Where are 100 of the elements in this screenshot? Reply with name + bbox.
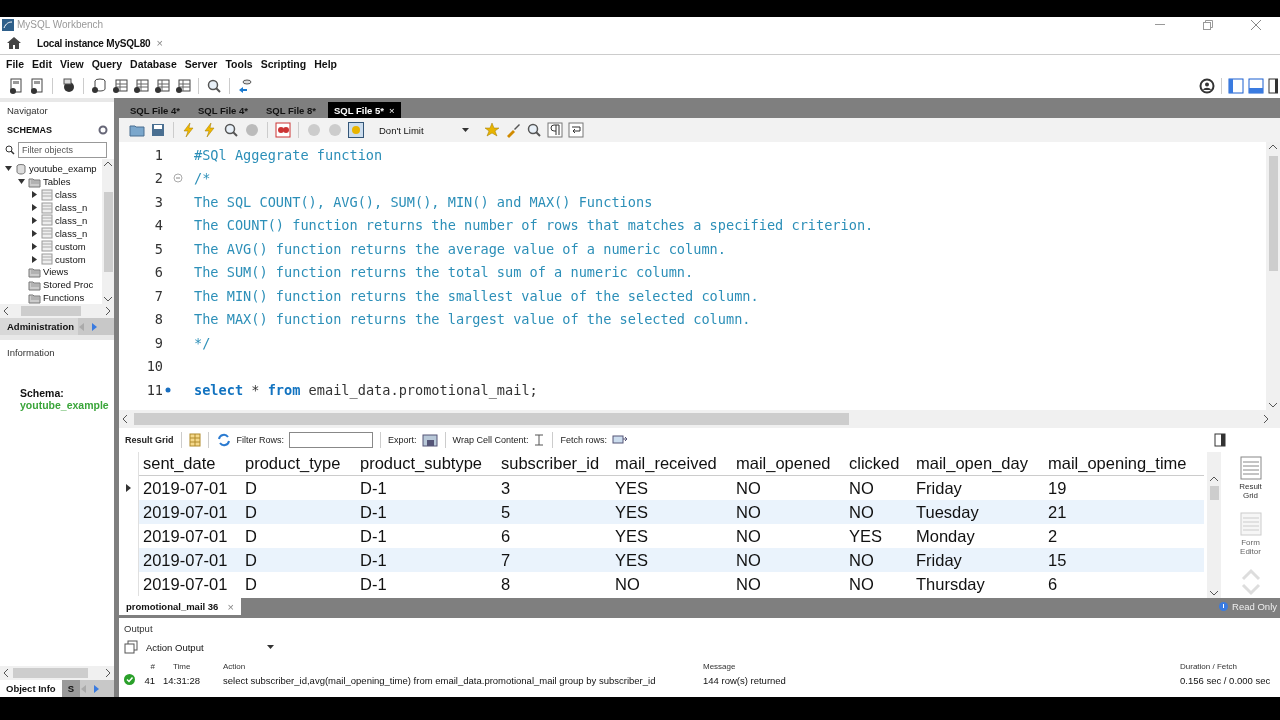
- column-header[interactable]: product_type: [241, 454, 356, 473]
- tree-item[interactable]: Tables: [43, 176, 71, 188]
- filter-rows-field[interactable]: [289, 432, 374, 448]
- connection-tab[interactable]: Local instance MySQL80 ×: [21, 32, 173, 54]
- table-icon[interactable]: [112, 77, 128, 94]
- menu-item[interactable]: File: [2, 58, 29, 70]
- tab-close-icon[interactable]: ×: [388, 104, 395, 116]
- folder-icon[interactable]: [129, 122, 145, 138]
- tree-item[interactable]: Views: [43, 266, 69, 278]
- tree-item[interactable]: class_n: [55, 227, 88, 239]
- wrap-cell-icon[interactable]: [533, 433, 546, 447]
- menu-item[interactable]: Tools: [221, 58, 257, 70]
- tab-close-icon[interactable]: ×: [156, 37, 163, 49]
- column-header[interactable]: subscriber_id: [497, 454, 611, 473]
- result-tab[interactable]: promotional_mail 36 ×: [119, 598, 241, 615]
- output-toggle-icon[interactable]: [1248, 77, 1264, 94]
- scroll-right-icon[interactable]: [105, 307, 111, 316]
- search-icon[interactable]: [206, 77, 222, 94]
- column-header[interactable]: mail_received: [611, 454, 732, 473]
- migration-icon[interactable]: [237, 77, 253, 94]
- autocommit-toggle-icon[interactable]: [348, 122, 364, 138]
- function-icon[interactable]: [175, 77, 191, 94]
- output-mode-select[interactable]: Action Output: [146, 641, 274, 653]
- menu-item[interactable]: Query: [87, 58, 127, 70]
- scroll-down-icon[interactable]: [1269, 402, 1277, 408]
- fold-marker-icon[interactable]: [173, 173, 183, 184]
- column-header[interactable]: #: [141, 662, 161, 671]
- brush-icon[interactable]: [505, 122, 521, 138]
- tree-item[interactable]: custom: [55, 240, 86, 252]
- grid-icon[interactable]: [188, 433, 201, 447]
- tree-item[interactable]: class: [55, 189, 77, 201]
- database-icon[interactable]: [91, 77, 107, 94]
- collapsed-arrow-icon[interactable]: [31, 229, 38, 237]
- panel-tab[interactable]: Administration: [0, 318, 79, 336]
- column-header[interactable]: mail_open_day: [912, 454, 1044, 473]
- tab-close-icon[interactable]: ×: [227, 600, 234, 613]
- info-icon[interactable]: [60, 77, 76, 94]
- column-header[interactable]: mail_opening_time: [1044, 454, 1204, 473]
- editor-tab[interactable]: SQL File 8*: [259, 102, 322, 118]
- scroll-thumb[interactable]: [1209, 486, 1219, 500]
- collapsed-arrow-icon[interactable]: [31, 216, 38, 224]
- account-icon[interactable]: [1199, 77, 1215, 94]
- star-icon[interactable]: [484, 122, 500, 138]
- panel-tab[interactable]: Object Info: [0, 680, 62, 697]
- tree-item[interactable]: youtube_examp: [29, 163, 97, 175]
- scroll-down-icon[interactable]: [1210, 590, 1218, 596]
- copy-icon[interactable]: [124, 640, 138, 654]
- caret-icon[interactable]: [267, 645, 274, 649]
- scroll-up-icon[interactable]: [1210, 476, 1218, 482]
- tree-item[interactable]: class_n: [55, 214, 88, 226]
- collapsed-arrow-icon[interactable]: [31, 255, 38, 263]
- panel-toggle-icon[interactable]: [1214, 433, 1226, 447]
- secondary-sidebar-toggle-icon[interactable]: [1268, 77, 1278, 94]
- scroll-thumb[interactable]: [13, 668, 88, 679]
- column-header[interactable]: Message: [703, 662, 1180, 671]
- refresh-icon[interactable]: [215, 432, 232, 448]
- scroll-thumb[interactable]: [103, 191, 113, 272]
- scroll-right-icon[interactable]: [1263, 415, 1269, 423]
- scroll-left-icon[interactable]: [122, 415, 128, 423]
- tree-item[interactable]: custom: [55, 253, 86, 265]
- paragraph-icon[interactable]: [547, 122, 563, 138]
- sidebar-toggle-icon[interactable]: [1228, 77, 1244, 94]
- menu-item[interactable]: Help: [310, 58, 341, 70]
- scrollbar[interactable]: [0, 666, 114, 680]
- column-header[interactable]: Duration / Fetch: [1180, 662, 1280, 671]
- expanded-arrow-icon[interactable]: [5, 165, 12, 173]
- scroll-up-icon[interactable]: [104, 161, 112, 168]
- scroll-down-icon[interactable]: [104, 296, 112, 303]
- search-icon[interactable]: [526, 122, 542, 138]
- column-header[interactable]: Time: [161, 662, 223, 671]
- column-header[interactable]: clicked: [845, 454, 912, 473]
- scroll-right-icon[interactable]: [105, 669, 111, 678]
- scroll-thumb[interactable]: [1268, 156, 1278, 271]
- procedure-icon[interactable]: [154, 77, 170, 94]
- collapsed-arrow-icon[interactable]: [31, 191, 38, 199]
- column-header[interactable]: sent_date: [139, 454, 241, 473]
- scroll-left-icon[interactable]: [3, 307, 9, 316]
- tree-item[interactable]: class_n: [55, 202, 88, 214]
- editor-tab[interactable]: SQL File 5* ×: [327, 102, 401, 118]
- tree-item[interactable]: Stored Proc: [43, 279, 94, 291]
- column-header[interactable]: mail_opened: [732, 454, 845, 473]
- home-icon[interactable]: [7, 36, 21, 50]
- menu-item[interactable]: Scripting: [256, 58, 311, 70]
- refresh-icon[interactable]: [98, 124, 108, 135]
- view-switch-button[interactable]: Result Grid: [1232, 456, 1269, 500]
- scrollbar[interactable]: [102, 159, 114, 305]
- view-switch-button[interactable]: Form Editor: [1232, 512, 1269, 556]
- error-toggle-icon[interactable]: [275, 122, 291, 138]
- editor-tab[interactable]: SQL File 4*: [192, 102, 254, 118]
- column-header[interactable]: product_subtype: [356, 454, 497, 473]
- scroll-up-icon[interactable]: [1269, 144, 1277, 150]
- new-sql-file-icon[interactable]: [8, 77, 24, 94]
- menu-item[interactable]: Edit: [28, 58, 56, 70]
- caret-icon[interactable]: [462, 128, 469, 132]
- export-icon[interactable]: [421, 432, 438, 448]
- collapsed-arrow-icon[interactable]: [31, 204, 38, 212]
- filter-field[interactable]: Filter objects: [18, 141, 107, 158]
- column-header[interactable]: Action: [223, 662, 703, 671]
- scrollbar[interactable]: [1207, 452, 1221, 598]
- scrollbar[interactable]: [119, 410, 1280, 428]
